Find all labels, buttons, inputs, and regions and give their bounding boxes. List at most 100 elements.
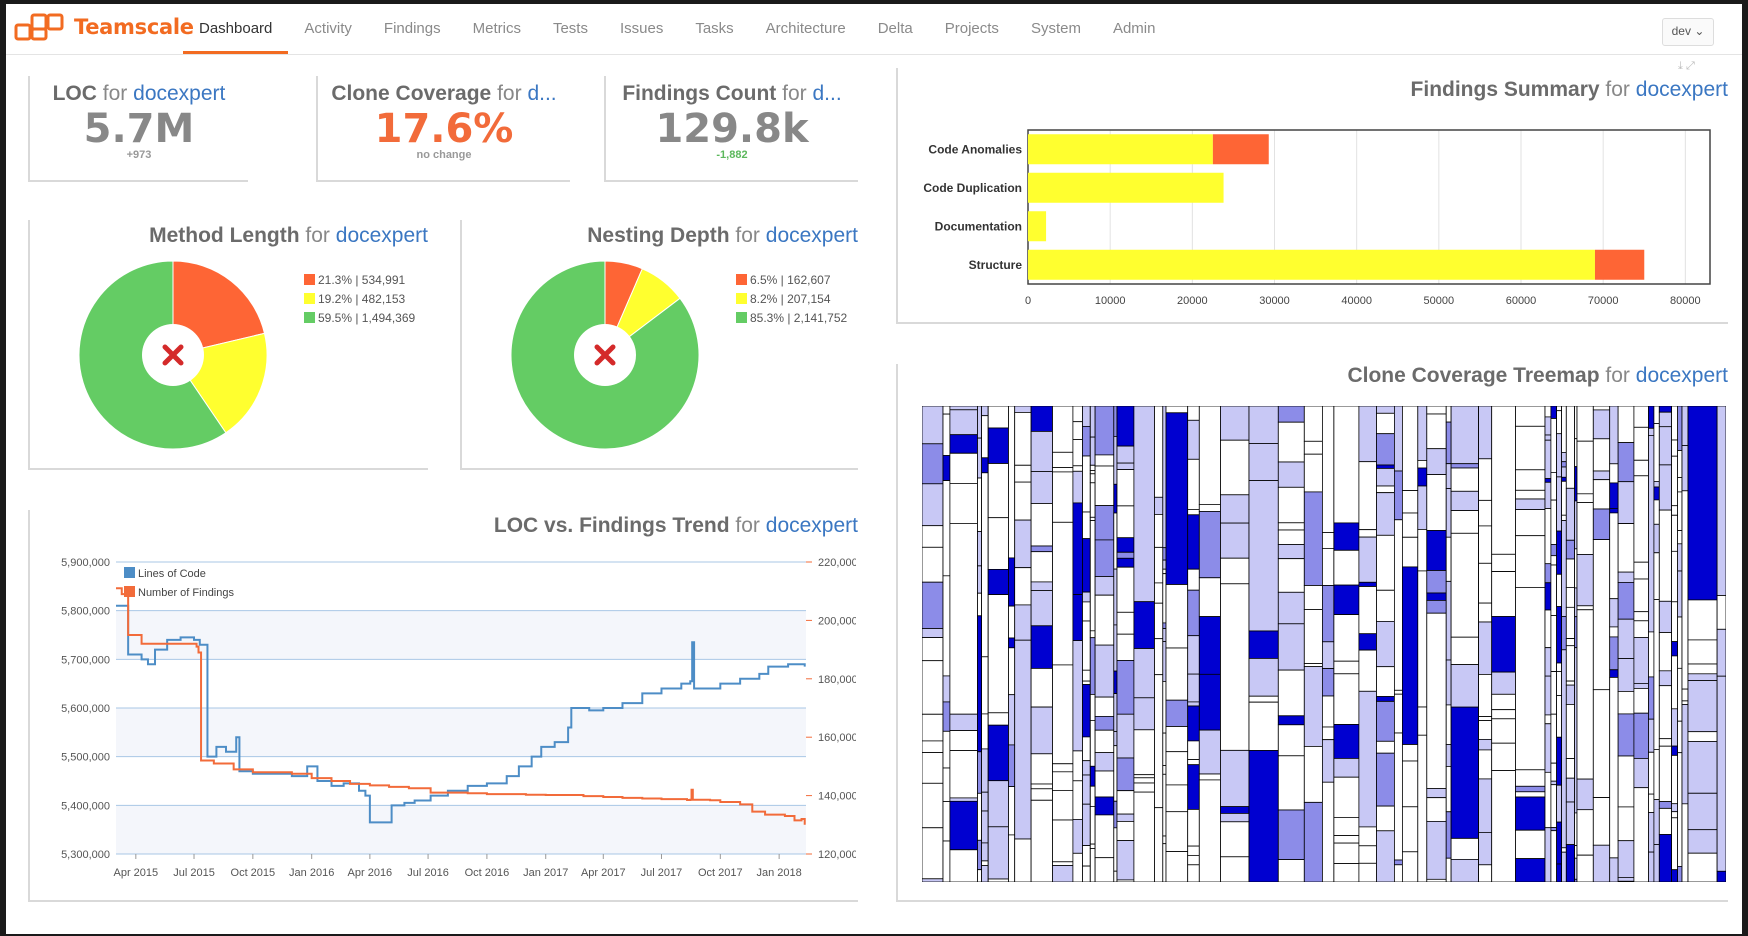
treemap-cell[interactable] — [1187, 740, 1200, 760]
treemap-cell[interactable] — [1187, 635, 1200, 675]
treemap-cell[interactable] — [922, 546, 944, 583]
treemap-cell[interactable] — [1556, 671, 1562, 696]
treemap-cell[interactable] — [1198, 773, 1221, 781]
treemap-cell[interactable] — [1478, 738, 1493, 751]
treemap-cell[interactable] — [949, 800, 978, 851]
treemap-cell[interactable] — [1030, 625, 1053, 669]
treemap-cell[interactable] — [981, 860, 989, 866]
treemap-cell[interactable] — [1681, 490, 1689, 690]
treemap-cell[interactable] — [1445, 406, 1452, 423]
treemap-cell[interactable] — [1154, 406, 1164, 498]
treemap-cell[interactable] — [1478, 562, 1493, 604]
treemap-cell[interactable] — [1198, 779, 1221, 882]
treemap-cell[interactable] — [1116, 660, 1135, 715]
treemap-cell[interactable] — [1303, 745, 1323, 803]
treemap-cell[interactable] — [1556, 863, 1562, 882]
treemap-cell[interactable] — [1677, 530, 1683, 545]
treemap-cell[interactable] — [1417, 406, 1428, 461]
treemap-cell[interactable] — [1198, 673, 1221, 731]
treemap-cell[interactable] — [1030, 503, 1053, 547]
treemap-cell[interactable] — [1687, 663, 1718, 675]
treemap-cell[interactable] — [1165, 726, 1189, 753]
treemap-cell[interactable] — [987, 724, 1009, 782]
treemap-cell[interactable] — [1401, 406, 1419, 491]
treemap-cell[interactable] — [1671, 641, 1679, 657]
treemap-cell[interactable] — [1030, 590, 1053, 627]
treemap-cell[interactable] — [1592, 797, 1611, 846]
treemap-cell[interactable] — [1248, 406, 1279, 444]
treemap-cell[interactable] — [1544, 609, 1552, 648]
treemap-cell[interactable] — [1671, 754, 1679, 805]
treemap-cell[interactable] — [1321, 585, 1335, 643]
treemap-cell[interactable] — [1052, 451, 1074, 468]
treemap-cell[interactable] — [1089, 719, 1096, 767]
treemap-cell[interactable] — [1014, 567, 1032, 606]
treemap-cell[interactable] — [987, 568, 1009, 595]
treemap-cell[interactable] — [1116, 462, 1135, 470]
treemap-cell[interactable] — [1187, 845, 1200, 856]
treemap-cell[interactable] — [1544, 563, 1552, 584]
treemap-cell[interactable] — [1592, 406, 1611, 411]
treemap-cell[interactable] — [1556, 406, 1562, 412]
treemap-cell[interactable] — [1556, 573, 1562, 608]
treemap-cell[interactable] — [1648, 427, 1655, 436]
treemap-cell[interactable] — [1426, 788, 1447, 799]
treemap-cell[interactable] — [1491, 671, 1516, 695]
treemap-cell[interactable] — [1515, 498, 1546, 511]
treemap-cell[interactable] — [1376, 666, 1395, 698]
treemap-cell[interactable] — [1165, 412, 1189, 585]
treemap-cell[interactable] — [1561, 649, 1567, 849]
treemap-cell[interactable] — [1187, 514, 1200, 570]
treemap-cell[interactable] — [1358, 536, 1377, 583]
treemap-cell[interactable] — [1515, 769, 1546, 787]
treemap-cell[interactable] — [1544, 723, 1552, 773]
treemap-cell[interactable] — [1556, 476, 1562, 532]
treemap-cell[interactable] — [1671, 817, 1679, 871]
treemap-cell[interactable] — [1426, 820, 1447, 880]
treemap-cell[interactable] — [987, 712, 1009, 726]
treemap-cell[interactable] — [1576, 406, 1594, 442]
treemap-cell[interactable] — [1030, 551, 1053, 583]
treemap-cell[interactable] — [1030, 667, 1053, 708]
treemap-cell[interactable] — [977, 839, 982, 870]
treemap-cell[interactable] — [1014, 406, 1032, 413]
treemap-cell[interactable] — [1113, 435, 1118, 485]
treemap-cell[interactable] — [1187, 406, 1200, 421]
treemap-cell[interactable] — [1633, 426, 1649, 461]
treemap-cell[interactable] — [1426, 448, 1447, 476]
treemap-cell[interactable] — [1671, 505, 1679, 516]
nesting-depth-pie-chart[interactable] — [510, 260, 700, 450]
treemap-cell[interactable] — [1220, 557, 1250, 585]
treemap-cell[interactable] — [1277, 669, 1305, 717]
treemap-cell[interactable] — [981, 748, 989, 793]
treemap-cell[interactable] — [1653, 523, 1660, 554]
treemap-cell[interactable] — [977, 615, 982, 753]
treemap-cell[interactable] — [1133, 791, 1155, 882]
treemap-cell[interactable] — [1658, 738, 1672, 747]
treemap-cell[interactable] — [1187, 458, 1200, 510]
treemap-cell[interactable] — [1008, 694, 1016, 746]
treemap-cell[interactable] — [1565, 844, 1575, 882]
nav-tab-tasks[interactable]: Tasks — [679, 4, 749, 54]
treemap-cell[interactable] — [1445, 580, 1452, 661]
treemap-cell[interactable] — [1094, 539, 1115, 577]
nav-tab-architecture[interactable]: Architecture — [750, 4, 862, 54]
treemap-cell[interactable] — [949, 406, 978, 411]
treemap-cell[interactable] — [1358, 845, 1377, 864]
treemap-cell[interactable] — [1401, 744, 1419, 762]
treemap-cell[interactable] — [1165, 811, 1189, 853]
treemap-cell[interactable] — [1376, 740, 1395, 754]
treemap-cell[interactable] — [1445, 704, 1452, 745]
treemap-cell[interactable] — [1478, 458, 1493, 501]
treemap-cell[interactable] — [1082, 406, 1091, 427]
treemap-cell[interactable] — [949, 750, 978, 799]
treemap-cell[interactable] — [1658, 406, 1672, 413]
treemap-cell[interactable] — [1094, 576, 1115, 596]
treemap-cell[interactable] — [1550, 418, 1558, 473]
treemap-cell[interactable] — [1116, 445, 1135, 464]
treemap-cell[interactable] — [1617, 713, 1635, 757]
treemap-cell[interactable] — [1445, 811, 1452, 859]
treemap-cell[interactable] — [1671, 655, 1679, 710]
treemap-cell[interactable] — [1491, 693, 1516, 710]
treemap-cell[interactable] — [1014, 464, 1032, 483]
